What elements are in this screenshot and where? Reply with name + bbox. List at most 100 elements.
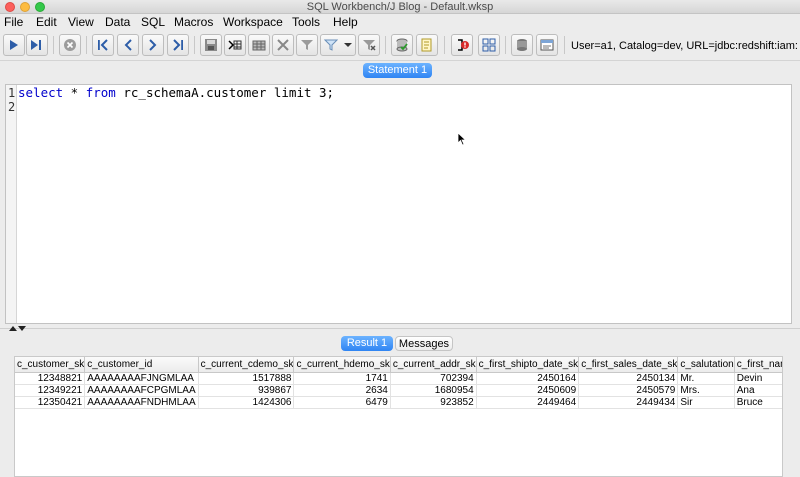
column-header-c-first-sales-date-sk[interactable]: c_first_sales_date_sk [578,357,679,373]
table-cell[interactable]: Devin [734,372,782,385]
menu-edit[interactable]: Edit [36,14,57,31]
tab-statement-1[interactable]: Statement 1 [363,63,432,78]
last-statement-button[interactable] [167,34,189,56]
title-bar: SQL Workbench/J Blog - Default.wksp [0,0,800,14]
rollback-icon [421,38,432,52]
table-cell[interactable]: 2450579 [578,384,679,397]
commit-button[interactable] [391,34,413,56]
stop-icon [64,39,76,51]
toolbar: User=a1, Catalog=dev, URL=jdbc:redshift:… [0,31,800,61]
table-cell[interactable]: 2450164 [476,372,580,385]
table-cell[interactable]: 1680954 [390,384,477,397]
menu-bar: File Edit View Data SQL Macros Workspace… [0,14,800,31]
table-cell[interactable]: 6479 [293,396,391,409]
column-header-c-current-hdemo-sk[interactable]: c_current_hdemo_sk [293,357,391,373]
menu-tools[interactable]: Tools [292,14,320,31]
delete-icon [277,39,289,51]
table-cell[interactable]: 923852 [390,396,477,409]
toolbar-separator [194,36,195,54]
grid-button[interactable] [478,34,500,56]
table-cell[interactable]: AAAAAAAAFJNGMLAA [84,372,199,385]
table-cell[interactable]: Mrs. [677,384,735,397]
connection-info: User=a1, Catalog=dev, URL=jdbc:redshift:… [571,40,798,52]
table-cell[interactable]: AAAAAAAAFCPGMLAA [84,384,199,397]
table-cell[interactable]: 1424306 [198,396,295,409]
stop-button[interactable] [59,34,81,56]
menu-view[interactable]: View [68,14,94,31]
menu-macros[interactable]: Macros [174,14,213,31]
column-header-c-first-shipto-date-sk[interactable]: c_first_shipto_date_sk [476,357,580,373]
tab-result-1[interactable]: Result 1 [341,336,393,351]
delete-button[interactable] [272,34,294,56]
splitter-arrows-icon[interactable] [9,325,29,331]
column-header-c-customer-sk[interactable]: c_customer_sk [15,357,86,373]
clear-filter-button[interactable] [358,34,380,56]
sql-text-segment: rc_schemaA.customer limit 3; [115,85,335,100]
toolbar-separator [385,36,386,54]
mouse-pointer-icon [457,132,467,146]
last-statement-icon [173,39,183,51]
column-header-c-first-name[interactable]: c_first_name [734,357,782,373]
rollback-button[interactable] [416,34,438,56]
table-row[interactable]: 12349221 AAAAAAAAFCPGMLAA 939867 2634 168095… [15,384,782,397]
database-explorer-button[interactable] [511,34,533,56]
table-cell[interactable]: 702394 [390,372,477,385]
result-grid[interactable]: c_customer_sk c_customer_id c_current_cdem… [14,356,783,477]
table-cell[interactable]: Ana [734,384,782,397]
table-cell[interactable]: 939867 [198,384,295,397]
column-header-c-salutation[interactable]: c_salutation [677,357,735,373]
execute-button[interactable] [3,34,25,56]
table-icon [252,40,266,51]
execute-current-button[interactable] [26,34,48,56]
menu-data[interactable]: Data [105,14,130,31]
table-cell[interactable]: 12350421 [15,396,86,409]
auto-commit-button[interactable] [451,34,473,56]
database-explorer-icon [517,39,527,51]
table-cell[interactable]: 12348821 [15,372,86,385]
table-row[interactable]: 12350421 AAAAAAAAFNDHMLAA 1424306 6479 92385… [15,396,782,409]
column-header-c-current-cdemo-sk[interactable]: c_current_cdemo_sk [198,357,295,373]
table-cell[interactable]: 12349221 [15,384,86,397]
table-button[interactable] [248,34,270,56]
table-cell[interactable]: 2450134 [578,372,679,385]
column-header-c-customer-id[interactable]: c_customer_id [84,357,199,373]
splitter-line[interactable] [0,328,800,329]
object-info-button[interactable] [536,34,558,56]
table-cell[interactable]: AAAAAAAAFNDHMLAA [84,396,199,409]
next-statement-button[interactable] [142,34,164,56]
table-cell[interactable]: 1741 [293,372,391,385]
table-cell[interactable]: Mr. [677,372,735,385]
table-cell[interactable]: 2449434 [578,396,679,409]
column-header-c-current-addr-sk[interactable]: c_current_addr_sk [390,357,477,373]
line-number: 1 [8,86,16,100]
table-cell[interactable]: 2450609 [476,384,580,397]
menu-help[interactable]: Help [333,14,358,31]
execute-current-icon [31,40,41,50]
menu-workspace[interactable]: Workspace [223,14,283,31]
execute-icon [10,40,18,50]
table-export-button[interactable] [224,34,246,56]
filter-button[interactable] [296,34,318,56]
filter-select-button[interactable] [320,34,356,56]
sql-editor[interactable]: 1 2 select * from rc_schemaA.customer li… [5,84,792,324]
menu-file[interactable]: File [4,14,23,31]
save-icon [205,39,217,51]
tab-messages[interactable]: Messages [395,336,453,351]
previous-statement-button[interactable] [117,34,139,56]
result-table: c_customer_sk c_customer_id c_current_cdem… [15,357,782,409]
toolbar-separator [564,36,565,54]
menu-sql[interactable]: SQL [141,14,165,31]
table-cell[interactable]: Bruce [734,396,782,409]
toolbar-separator [53,36,54,54]
table-cell[interactable]: Sir [677,396,735,409]
table-cell[interactable]: 2634 [293,384,391,397]
sql-text[interactable]: select * from rc_schemaA.customer limit … [18,86,334,100]
table-cell[interactable]: 1517888 [198,372,295,385]
previous-statement-icon [124,39,132,51]
save-button[interactable] [200,34,222,56]
toolbar-separator [505,36,506,54]
table-cell[interactable]: 2449464 [476,396,580,409]
first-statement-button[interactable] [92,34,114,56]
table-row[interactable]: 12348821 AAAAAAAAFJNGMLAA 1517888 1741 70239… [15,372,782,385]
auto-commit-icon [458,39,469,51]
